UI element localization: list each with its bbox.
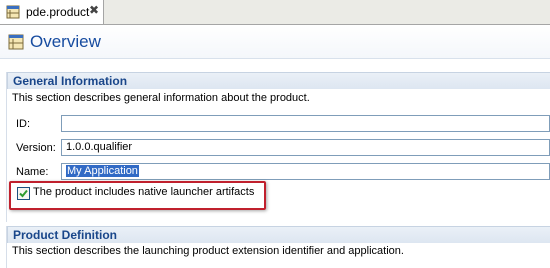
section-description: This section describes general informati…: [12, 92, 310, 104]
editor-tab-bar: pde.product ✖: [0, 0, 550, 25]
close-icon[interactable]: ✖: [89, 3, 99, 17]
id-label: ID:: [16, 118, 31, 130]
launcher-checkbox-label[interactable]: The product includes native launcher art…: [33, 186, 254, 198]
product-overview-icon: [8, 34, 24, 50]
section-title[interactable]: General Information: [7, 72, 550, 89]
section-title[interactable]: Product Definition: [7, 226, 550, 243]
section-description: This section describes the launching pro…: [12, 245, 404, 257]
tab-pde-product[interactable]: pde.product ✖: [0, 0, 104, 24]
name-label: Name:: [16, 166, 49, 178]
version-label: Version:: [16, 142, 56, 154]
id-field[interactable]: [61, 115, 550, 132]
tab-label: pde.product: [26, 5, 90, 19]
checkmark-icon: [19, 189, 28, 198]
version-field[interactable]: 1.0.0.qualifier: [61, 139, 550, 156]
launcher-checkbox[interactable]: [17, 187, 30, 200]
page-title: Overview: [30, 32, 101, 51]
product-file-icon: [6, 5, 20, 19]
name-field[interactable]: My Application: [61, 163, 550, 180]
form-header: Overview: [0, 25, 550, 59]
name-value-selected: My Application: [66, 165, 139, 177]
